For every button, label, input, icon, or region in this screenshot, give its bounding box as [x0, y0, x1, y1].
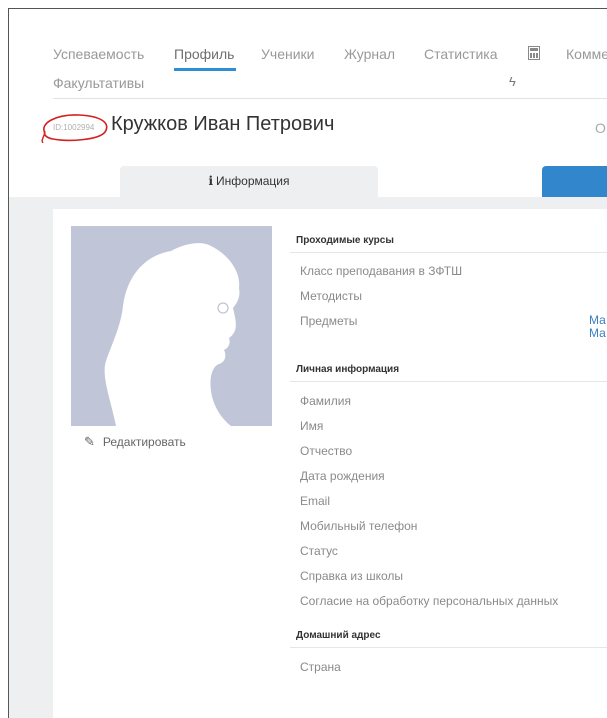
- calculator-icon[interactable]: [528, 46, 540, 60]
- window-border-top: [8, 8, 607, 9]
- field-label: Справка из школы: [300, 569, 403, 583]
- subject-link[interactable]: Ма: [589, 326, 606, 340]
- section-title-personal: Личная информация: [296, 364, 400, 375]
- nav-item-comments[interactable]: Комме: [566, 46, 607, 62]
- field-label: Email: [300, 494, 331, 508]
- field-label: Класс преподавания в ЗФТШ: [300, 264, 463, 278]
- edit-label: Редактировать: [102, 435, 186, 449]
- field-label: Страна: [300, 660, 341, 674]
- section-title-address: Домашний адрес: [296, 630, 381, 641]
- bolt-icon[interactable]: ϟ: [509, 74, 516, 89]
- info-icon: i: [208, 174, 214, 188]
- page-title: Кружков Иван Петрович: [111, 113, 335, 135]
- avatar: [71, 226, 272, 426]
- user-id: ID:1002994: [53, 123, 95, 132]
- tab-information-label: Информация: [216, 174, 290, 188]
- active-tab-indicator: [174, 68, 236, 71]
- top-navigation: Успеваемость Профиль Ученики Журнал Стат…: [53, 46, 607, 99]
- field-label: Предметы: [300, 314, 358, 328]
- nav-item-statistics[interactable]: Статистика: [424, 46, 498, 62]
- tab-information[interactable]: i Информация: [120, 166, 378, 197]
- edit-profile-link[interactable]: ✎ Редактировать: [84, 434, 186, 450]
- silhouette-icon: [104, 243, 240, 426]
- field-label: Фамилия: [300, 394, 351, 408]
- nav-item-progress[interactable]: Успеваемость: [53, 46, 144, 62]
- nav-item-profile[interactable]: Профиль: [174, 46, 234, 62]
- divider: [290, 252, 607, 253]
- field-label: Мобильный телефон: [300, 519, 418, 533]
- field-label: Согласие на обработку персональных данны…: [300, 594, 559, 608]
- nav-item-electives[interactable]: Факультативы: [53, 75, 144, 91]
- status-text: O: [595, 120, 606, 136]
- divider: [290, 647, 607, 648]
- section-title-courses: Проходимые курсы: [296, 235, 394, 246]
- nav-item-students[interactable]: Ученики: [261, 46, 314, 62]
- nav-item-journal[interactable]: Журнал: [344, 46, 395, 62]
- subject-link[interactable]: Ма: [589, 313, 606, 327]
- field-label: Отчество: [300, 444, 353, 458]
- field-label: Имя: [300, 419, 324, 433]
- field-label: Статус: [300, 544, 338, 558]
- tab-secondary[interactable]: [542, 166, 607, 197]
- divider: [290, 381, 607, 382]
- field-label: Методисты: [300, 289, 363, 303]
- pencil-icon: ✎: [84, 434, 95, 449]
- field-label: Дата рождения: [300, 469, 385, 483]
